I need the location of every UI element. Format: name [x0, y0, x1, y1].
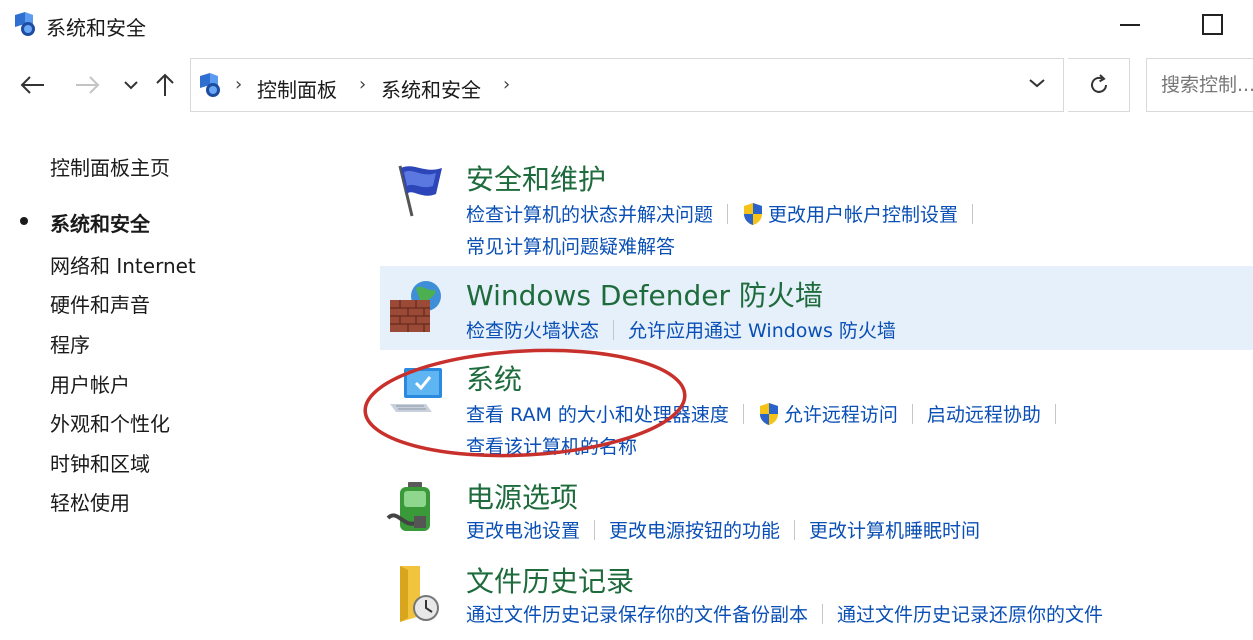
minimize-button[interactable] — [1112, 8, 1148, 40]
category-title[interactable]: 系统 — [466, 358, 522, 398]
category-links: 检查计算机的状态并解决问题 更改用户帐户控制设置 — [466, 200, 987, 227]
search-input[interactable] — [1147, 59, 1253, 111]
link-computer-name[interactable]: 查看该计算机的名称 — [466, 436, 637, 458]
category-firewall: Windows Defender 防火墙 检查防火墙状态 允许应用通过 Windo… — [380, 266, 1253, 350]
file-history-icon — [400, 566, 439, 622]
flag-icon — [398, 165, 442, 217]
link-divider — [727, 204, 729, 224]
sidebar-item-appearance[interactable]: 外观和个性化 — [50, 408, 170, 437]
link-divider — [822, 604, 824, 624]
window-title: 系统和安全 — [46, 16, 146, 40]
address-dropdown-icon[interactable] — [1029, 78, 1045, 88]
breadcrumb-separator-icon[interactable]: › — [235, 74, 242, 95]
sidebar-item-network[interactable]: 网络和 Internet — [50, 250, 196, 279]
sidebar-item-system-security[interactable]: 系统和安全 — [50, 208, 150, 237]
search-box[interactable] — [1146, 58, 1253, 112]
category-links: 常见计算机问题疑难解答 — [466, 232, 675, 259]
link-sleep-time[interactable]: 更改计算机睡眠时间 — [809, 520, 980, 542]
category-links: 查看 RAM 的大小和处理器速度 允许远程访问 启动远程协助 — [466, 400, 1070, 427]
chevron-down-icon — [124, 81, 138, 90]
firewall-icon — [390, 281, 441, 332]
back-arrow-icon — [20, 76, 44, 94]
sidebar-item-programs[interactable]: 程序 — [50, 329, 90, 358]
category-title[interactable]: 文件历史记录 — [466, 560, 634, 600]
link-check-status[interactable]: 检查计算机的状态并解决问题 — [466, 204, 713, 226]
link-power-button[interactable]: 更改电源按钮的功能 — [609, 520, 780, 542]
title-bar: 系统和安全 — [0, 0, 1253, 50]
link-backup-files[interactable]: 通过文件历史记录保存你的文件备份副本 — [466, 604, 808, 626]
maximize-button[interactable] — [1193, 8, 1229, 40]
link-remote-assistance[interactable]: 启动远程协助 — [927, 404, 1041, 426]
uac-shield-icon — [744, 203, 763, 225]
link-divider — [911, 404, 913, 424]
breadcrumb-control-panel[interactable]: 控制面板 — [257, 74, 337, 103]
refresh-icon — [1090, 74, 1107, 93]
back-button[interactable] — [18, 70, 48, 100]
computer-icon — [390, 368, 442, 412]
battery-icon — [386, 482, 430, 531]
sidebar-item-user-accounts[interactable]: 用户帐户 — [50, 369, 130, 398]
category-links: 查看该计算机的名称 — [466, 432, 637, 459]
forward-button[interactable] — [72, 70, 102, 100]
link-divider — [972, 204, 974, 224]
category-links: 检查防火墙状态 允许应用通过 Windows 防火墙 — [466, 316, 896, 343]
link-divider — [742, 404, 744, 424]
link-divider — [794, 520, 796, 540]
link-allow-app[interactable]: 允许应用通过 Windows 防火墙 — [628, 320, 896, 342]
link-divider — [594, 520, 596, 540]
breadcrumb-separator-icon[interactable]: › — [359, 74, 366, 95]
link-divider — [613, 320, 615, 340]
link-remote-access[interactable]: 允许远程访问 — [784, 404, 898, 426]
up-arrow-icon — [156, 73, 174, 96]
category-file-history: 文件历史记录 通过文件历史记录保存你的文件备份副本 通过文件历史记录还原你的文件 — [380, 552, 1253, 640]
category-links: 更改电池设置 更改电源按钮的功能 更改计算机睡眠时间 — [466, 516, 980, 543]
link-divider — [1054, 404, 1056, 424]
control-panel-icon — [15, 12, 35, 36]
link-battery-settings[interactable]: 更改电池设置 — [466, 520, 580, 542]
address-bar[interactable]: › 控制面板 › 系统和安全 › — [190, 58, 1064, 112]
sidebar-item-hardware-sound[interactable]: 硬件和声音 — [50, 289, 150, 318]
category-power-options: 电源选项 更改电池设置 更改电源按钮的功能 更改计算机睡眠时间 — [380, 468, 1253, 552]
uac-shield-icon — [759, 403, 778, 425]
link-check-firewall[interactable]: 检查防火墙状态 — [466, 320, 599, 342]
category-title[interactable]: 电源选项 — [466, 476, 578, 516]
sidebar-item-ease-of-access[interactable]: 轻松使用 — [50, 487, 130, 516]
link-restore-files[interactable]: 通过文件历史记录还原你的文件 — [837, 604, 1103, 626]
control-panel-icon — [200, 73, 220, 97]
link-view-ram[interactable]: 查看 RAM 的大小和处理器速度 — [466, 404, 729, 426]
refresh-button[interactable] — [1068, 58, 1130, 112]
sidebar-item-clock-region[interactable]: 时钟和区域 — [50, 448, 150, 477]
active-indicator — [20, 217, 28, 225]
category-links: 通过文件历史记录保存你的文件备份副本 通过文件历史记录还原你的文件 — [466, 600, 1103, 627]
category-system: 系统 查看 RAM 的大小和处理器速度 允许远程访问 启动远程协助 查看该计算机的名… — [380, 350, 1253, 468]
link-uac-settings[interactable]: 更改用户帐户控制设置 — [768, 204, 958, 226]
category-title[interactable]: Windows Defender 防火墙 — [466, 274, 823, 314]
up-button[interactable] — [150, 70, 180, 100]
forward-arrow-icon — [76, 76, 100, 94]
breadcrumb-separator-icon[interactable]: › — [503, 74, 510, 95]
navigation-bar: › 控制面板 › 系统和安全 › — [0, 56, 1253, 114]
link-troubleshoot[interactable]: 常见计算机问题疑难解答 — [466, 236, 675, 258]
sidebar-item-home[interactable]: 控制面板主页 — [50, 152, 170, 181]
category-security-maintenance: 安全和维护 检查计算机的状态并解决问题 更改用户帐户控制设置 常见计算机问题疑难解… — [380, 150, 1253, 266]
breadcrumb-system-security[interactable]: 系统和安全 — [381, 74, 481, 103]
category-title[interactable]: 安全和维护 — [466, 158, 606, 198]
recent-locations-button[interactable] — [116, 70, 146, 100]
